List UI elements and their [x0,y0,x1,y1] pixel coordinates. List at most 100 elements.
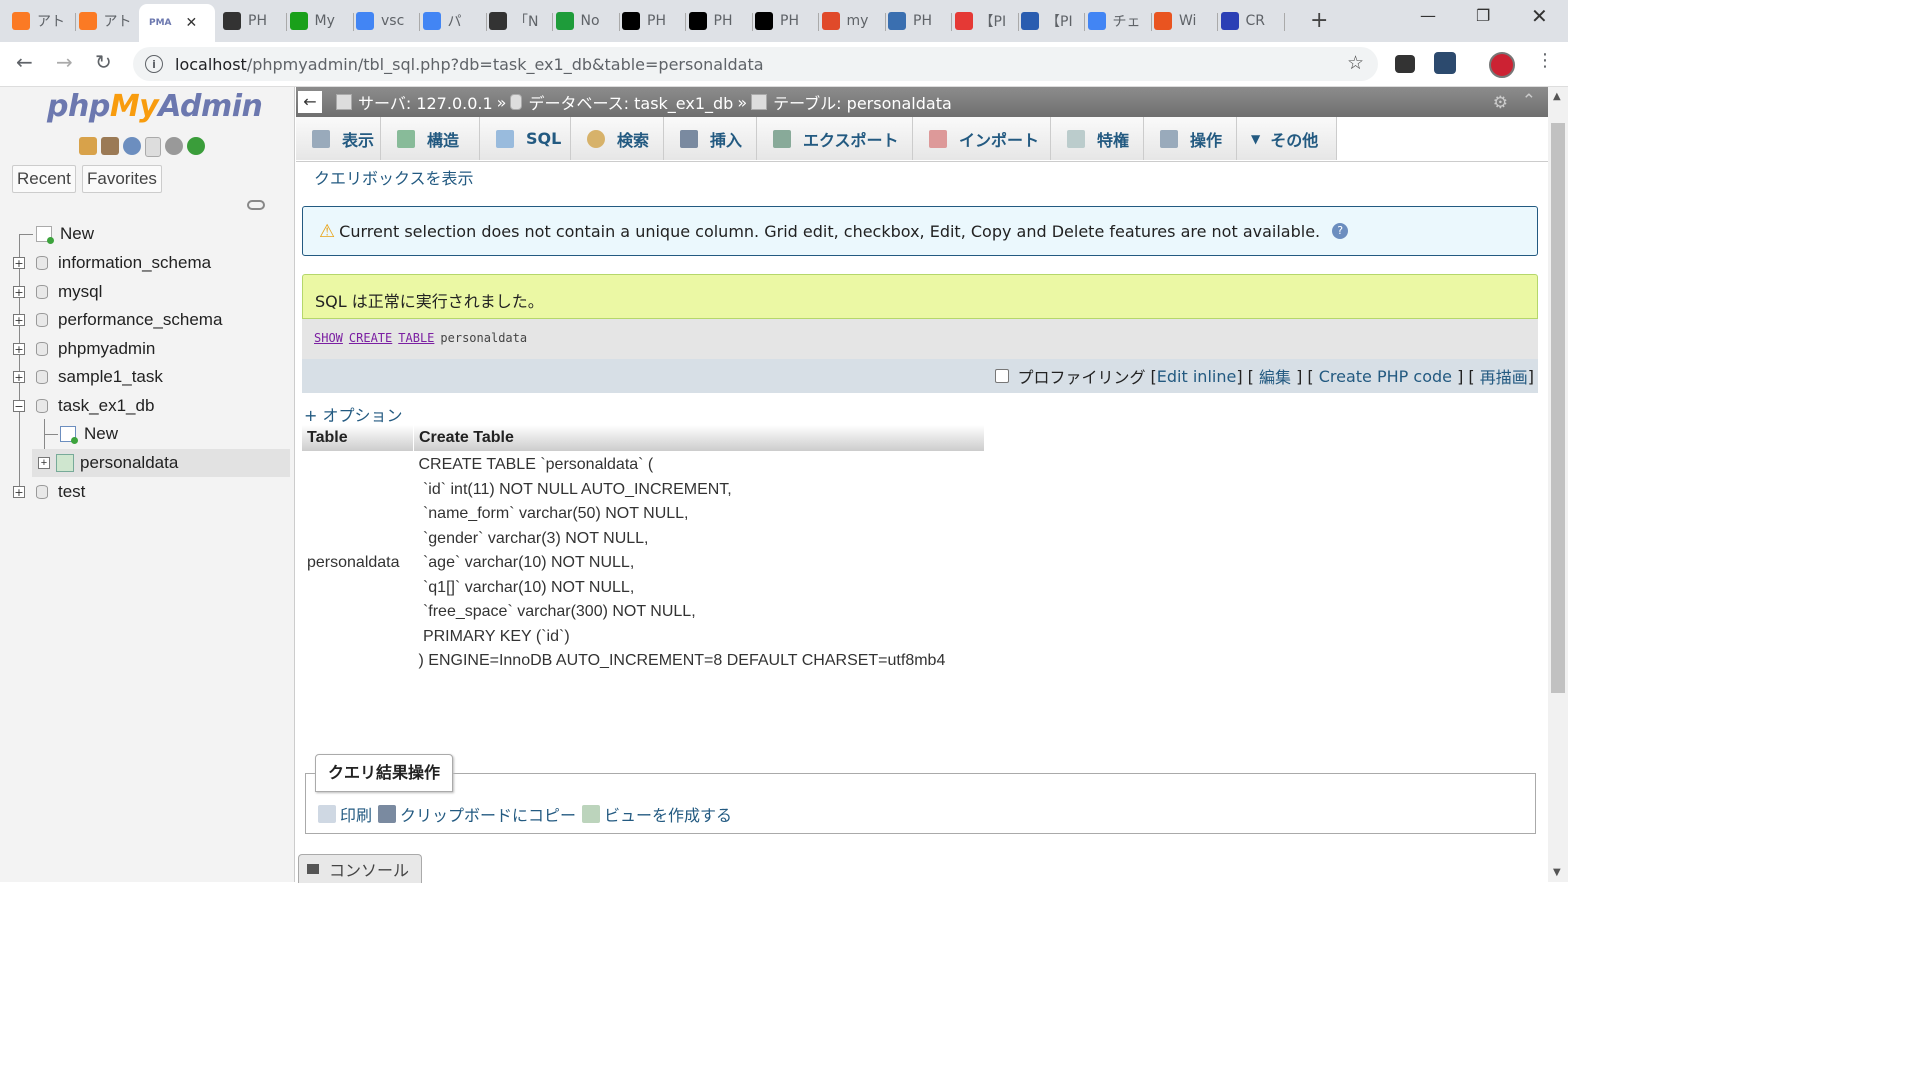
refresh-link[interactable]: 再描画 [1480,364,1528,388]
restore-icon[interactable]: ❐ [1476,6,1490,25]
tree-item-new[interactable]: New [36,220,94,248]
tree-item-phpmyadmin[interactable]: phpmyadmin [36,335,155,363]
breadcrumb-server[interactable]: サーバ: 127.0.0.1 [358,90,493,114]
tab-more[interactable]: ▼ その他 [1237,117,1337,160]
sql-keyword-link[interactable]: SHOW [314,331,343,345]
browser-tab[interactable]: アト [12,5,76,37]
browser-tab[interactable]: PH [888,5,952,37]
recent-button[interactable]: Recent [12,165,76,193]
minimize-icon[interactable]: — [1420,6,1436,25]
tree-item-task-ex1-db[interactable]: task_ex1_db [36,392,154,420]
profiling-label[interactable]: プロファイリング [1017,364,1145,388]
tab-sql[interactable]: SQL [480,117,571,160]
bookmark-star-icon[interactable]: ☆ [1347,52,1364,74]
tree-item-test[interactable]: test [36,478,85,506]
close-tab-icon[interactable]: ✕ [186,15,198,31]
extension-icon[interactable] [1434,52,1456,74]
expand-icon[interactable]: + [13,486,25,498]
scroll-up-icon[interactable]: ▲ [1553,91,1561,102]
docs-icon[interactable] [145,137,161,157]
browser-tab[interactable]: パ [422,5,487,37]
browser-tab[interactable]: my [821,5,886,37]
tree-item-new-table[interactable]: New [60,420,118,448]
browser-tab[interactable]: 【PI [1021,5,1085,37]
breadcrumb-database[interactable]: データベース: task_ex1_db [528,90,733,114]
page-scrollbar[interactable]: ▲ ▼ [1548,87,1568,882]
tab-structure[interactable]: 構造 [381,117,480,160]
profiling-checkbox[interactable] [995,369,1010,383]
print-link[interactable]: 印刷 [340,802,372,826]
browser-tab[interactable]: CR [1220,5,1285,37]
forward-icon[interactable]: → [56,50,73,74]
browser-tab[interactable]: PH [223,5,287,37]
tree-item-mysql[interactable]: mysql [36,278,102,306]
address-bar[interactable]: i localhost/phpmyadmin/tbl_sql.php?db=ta… [133,47,1378,81]
expand-icon[interactable]: + [13,286,25,298]
console-tab[interactable]: コンソール [298,854,423,883]
browser-tab[interactable]: vsc [356,5,420,37]
options-toggle[interactable]: + オプション [304,402,403,426]
expand-icon[interactable]: + [13,371,25,383]
breadcrumb-table[interactable]: テーブル: personaldata [773,90,952,114]
settings-gear-icon[interactable]: ⚙ [1493,93,1508,113]
create-php-code-link[interactable]: Create PHP code [1319,367,1452,386]
browser-tab[interactable]: 【PI [954,5,1019,37]
close-window-icon[interactable]: ✕ [1531,4,1548,28]
tab-import[interactable]: インポート [913,117,1051,160]
edit-inline-link[interactable]: Edit inline [1157,367,1237,386]
browser-tab[interactable]: アト [78,5,143,37]
profile-avatar[interactable] [1489,52,1515,78]
sql-keyword-link[interactable]: CREATE [349,331,392,345]
browser-tab[interactable]: チェ [1087,5,1152,37]
browser-tab[interactable]: PH [688,5,753,37]
browser-tab[interactable]: No [555,5,620,37]
expand-icon[interactable]: + [13,343,25,355]
home-icon[interactable] [79,137,97,155]
new-tab-button[interactable]: + [1310,8,1328,33]
browser-tab[interactable]: PH [755,5,819,37]
show-query-box-link[interactable]: クエリボックスを表示 [314,165,474,189]
scroll-thumb[interactable] [1551,123,1565,693]
collapse-topbar-icon[interactable]: ⌃ [1522,91,1536,111]
refresh-icon[interactable] [187,137,205,155]
browser-tab[interactable]: PH [622,5,686,37]
help-icon[interactable]: ? [1332,223,1349,239]
column-header-table[interactable]: Table [302,425,414,451]
tab-insert[interactable]: 挿入 [664,117,757,160]
create-view-link[interactable]: ビューを作成する [604,802,732,826]
browser-tab[interactable]: My [289,5,354,37]
edit-link[interactable]: 編集 [1259,364,1291,388]
tree-item-information-schema[interactable]: information_schema [36,249,211,277]
help-icon[interactable] [123,137,141,155]
expand-icon[interactable]: + [13,314,25,326]
info-icon[interactable]: i [145,55,163,73]
scroll-down-icon[interactable]: ▼ [1553,867,1561,878]
tree-item-sample1-task[interactable]: sample1_task [36,363,163,391]
reload-icon[interactable]: ↻ [95,50,112,74]
collapse-icon[interactable]: − [13,400,25,412]
phpmyadmin-logo[interactable]: phpMyAdmin [47,89,263,124]
tree-item-performance-schema[interactable]: performance_schema [36,306,222,334]
tab-export[interactable]: エクスポート [757,117,913,160]
tab-search[interactable]: 検索 [571,117,664,160]
tab-operations[interactable]: 操作 [1144,117,1237,160]
menu-icon[interactable]: ⋮ [1536,50,1554,71]
tab-privileges[interactable]: 特権 [1051,117,1144,160]
url-text[interactable]: localhost/phpmyadmin/tbl_sql.php?db=task… [175,55,764,74]
favorites-button[interactable]: Favorites [82,165,162,193]
tree-item-personaldata[interactable]: + personaldata [32,449,290,477]
expand-icon[interactable]: + [38,457,50,469]
link-icon[interactable] [247,200,265,210]
browser-tab[interactable]: PMA ✕ [139,4,215,42]
gear-icon[interactable] [165,137,183,155]
collapse-nav-icon[interactable]: ← [298,91,322,113]
expand-icon[interactable]: + [13,257,25,269]
logout-icon[interactable] [101,137,119,155]
sql-keyword-link[interactable]: TABLE [398,331,434,345]
copy-clipboard-link[interactable]: クリップボードにコピー [400,802,576,826]
browser-tab[interactable]: Wi [1154,5,1218,37]
column-header-create-table[interactable]: Create Table [413,425,985,451]
printer-extension-icon[interactable] [1395,55,1415,73]
browser-tab[interactable]: 「N [489,5,553,37]
back-icon[interactable]: ← [16,50,33,74]
